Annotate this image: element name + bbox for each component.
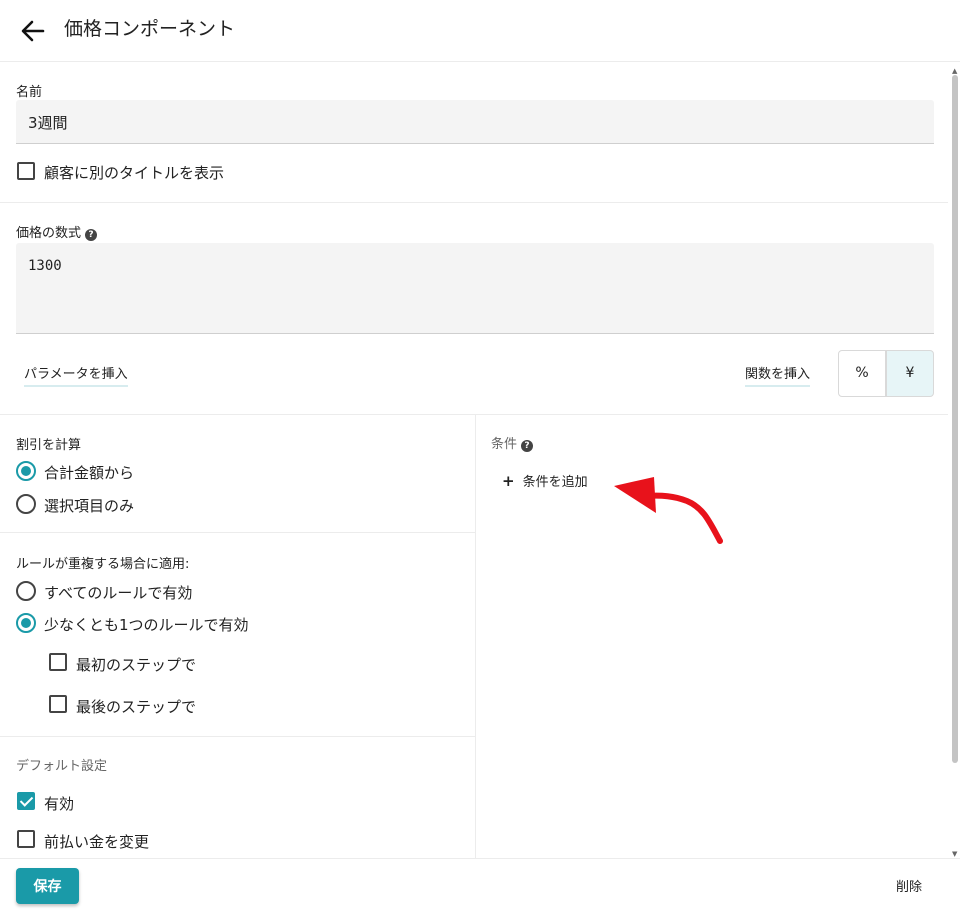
discount-total-radio[interactable] — [16, 461, 36, 481]
overlap-all-label[interactable]: すべてのルールで有効 — [44, 582, 192, 603]
prepayment-label[interactable]: 前払い金を変更 — [44, 831, 149, 852]
enabled-label[interactable]: 有効 — [44, 793, 74, 814]
vertical-scrollbar[interactable]: ▲ ▼ — [949, 63, 960, 858]
discount-selected-radio[interactable] — [16, 494, 36, 514]
question-circle-icon[interactable]: ? — [85, 229, 98, 241]
insert-function-button[interactable]: 関数を挿入 — [745, 363, 811, 387]
discount-selected-label[interactable]: 選択項目のみ — [44, 495, 134, 516]
scroll-up-icon[interactable]: ▲ — [952, 67, 957, 75]
first-step-label[interactable]: 最初のステップで — [76, 654, 196, 675]
question-circle-icon[interactable]: ? — [521, 440, 534, 452]
scrollbar-thumb[interactable] — [952, 75, 958, 763]
plus-icon: + — [502, 472, 515, 490]
formula-label-text: 価格の数式 — [16, 226, 82, 241]
last-step-checkbox[interactable] — [49, 695, 67, 713]
overlap-any-label[interactable]: 少なくとも1つのルールで有効 — [44, 614, 249, 635]
conditions-label: 条件? — [491, 433, 534, 452]
insert-parameter-button[interactable]: パラメータを挿入 — [24, 363, 128, 387]
unit-yen-option[interactable]: ¥ — [886, 350, 934, 397]
section-divider — [0, 736, 475, 737]
scroll-down-icon[interactable]: ▼ — [952, 850, 957, 858]
conditions-label-text: 条件 — [491, 437, 518, 452]
alt-title-checkbox[interactable] — [17, 162, 35, 180]
name-input-value: 3週間 — [28, 114, 68, 132]
alt-title-label[interactable]: 顧客に別のタイトルを表示 — [44, 162, 224, 183]
discount-label: 割引を計算 — [16, 438, 82, 453]
column-divider — [475, 415, 476, 858]
overlap-any-radio[interactable] — [16, 613, 36, 633]
delete-button[interactable]: 削除 — [896, 876, 922, 895]
enabled-checkbox[interactable] — [17, 792, 35, 810]
first-step-checkbox[interactable] — [49, 653, 67, 671]
section-divider — [0, 532, 475, 533]
form-content[interactable]: 名前 3週間 顧客に別のタイトルを表示 価格の数式? 1300 パラメータを挿入… — [0, 63, 948, 858]
annotation-arrow-icon — [614, 477, 723, 544]
footer-bar: 保存 削除 — [0, 858, 960, 911]
overlap-all-radio[interactable] — [16, 581, 36, 601]
name-input[interactable]: 3週間 — [16, 100, 934, 144]
formula-label: 価格の数式? — [16, 222, 98, 241]
name-section: 名前 3週間 顧客に別のタイトルを表示 — [0, 63, 948, 203]
header-bar: 価格コンポーネント — [0, 0, 960, 62]
discount-total-label[interactable]: 合計金額から — [44, 462, 134, 483]
defaults-label: デフォルト設定 — [16, 759, 108, 774]
arrow-left-icon[interactable] — [18, 16, 48, 46]
unit-percent-option[interactable]: % — [838, 350, 886, 397]
add-condition-button[interactable]: + 条件を追加 — [502, 471, 588, 490]
prepayment-checkbox[interactable] — [17, 830, 35, 848]
add-condition-label: 条件を追加 — [522, 475, 588, 490]
formula-input-value: 1300 — [28, 258, 62, 274]
save-button[interactable]: 保存 — [16, 868, 79, 904]
name-label: 名前 — [16, 85, 43, 100]
formula-input[interactable]: 1300 — [16, 243, 934, 334]
last-step-label[interactable]: 最後のステップで — [76, 696, 196, 717]
page-title: 価格コンポーネント — [64, 18, 236, 40]
overlap-label: ルールが重複する場合に適用: — [16, 557, 190, 572]
